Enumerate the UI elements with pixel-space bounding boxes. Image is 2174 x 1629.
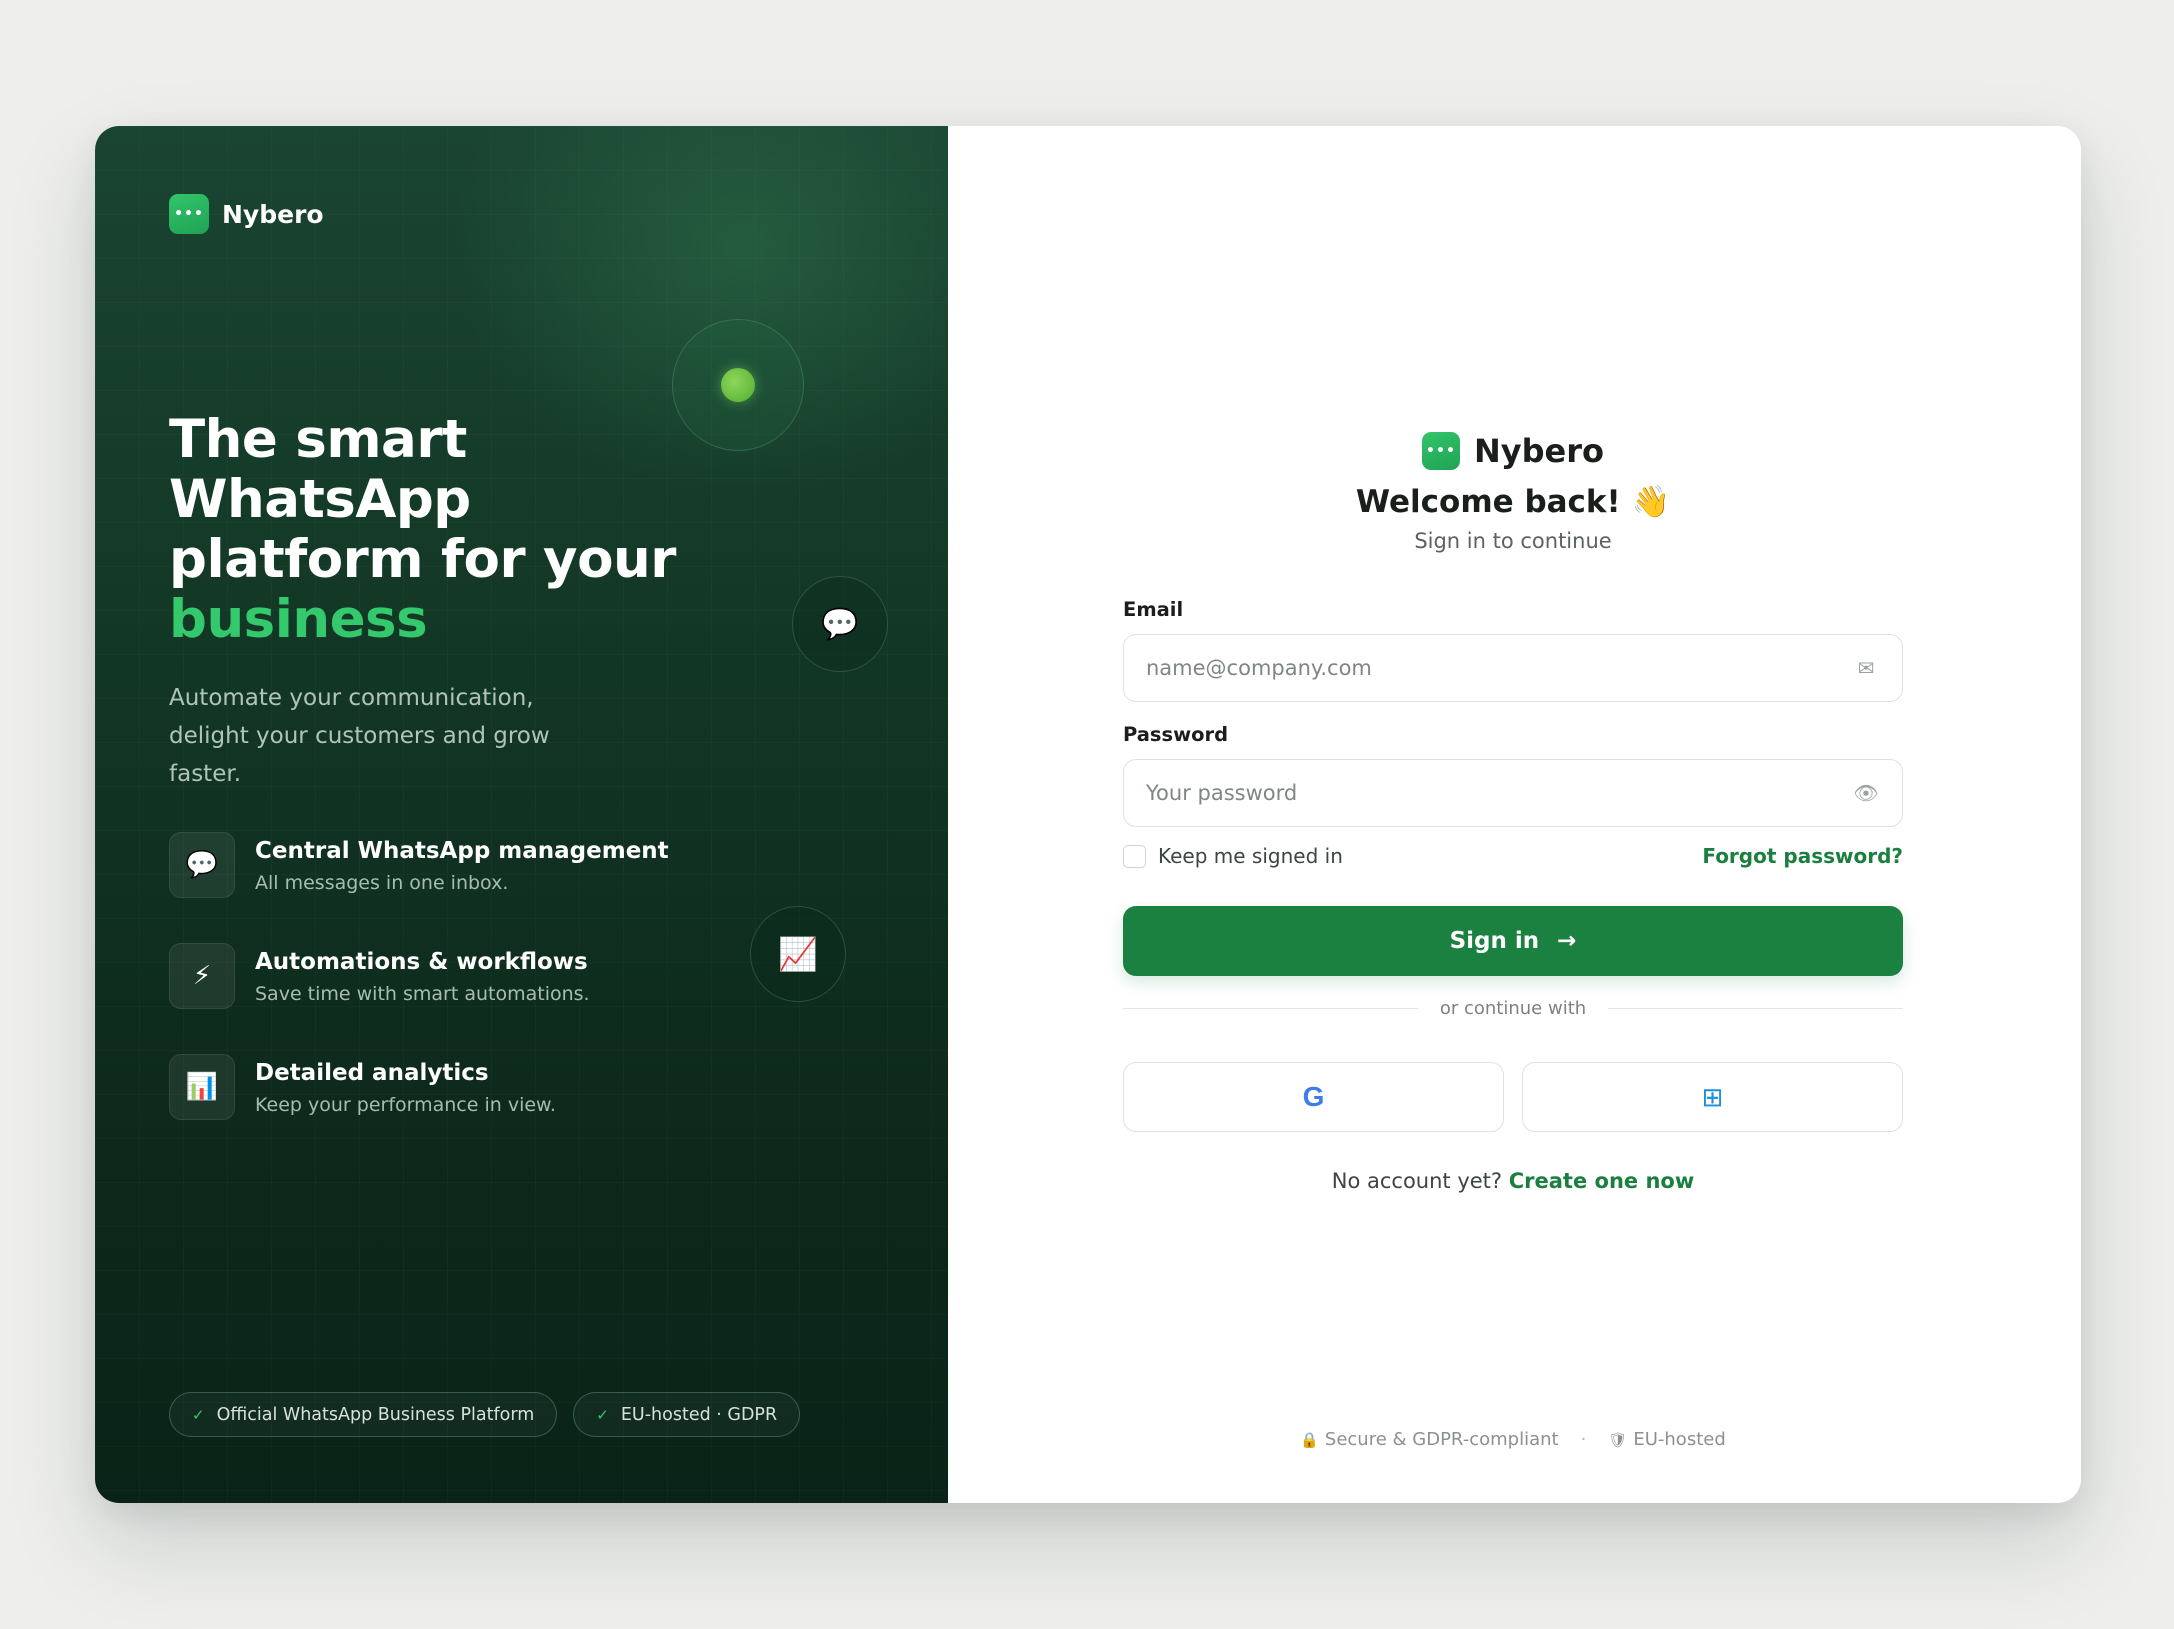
shield-icon: 🛡	[1608, 1431, 1628, 1449]
divider-line	[1608, 1007, 1903, 1010]
feature-list: 💬 Central WhatsApp management All messag…	[169, 832, 729, 1165]
feature-title: Automations & workflows	[255, 949, 588, 975]
remember-label[interactable]: Keep me signed in	[1158, 844, 1343, 868]
eye-icon[interactable]: 👁	[1852, 781, 1880, 805]
feature-item: 💬 Central WhatsApp management All messag…	[169, 832, 729, 943]
social-divider: or continue with	[1123, 998, 1903, 1019]
login-card: ••• Nybero 💬 📈 The smart WhatsApp platfo…	[95, 126, 2081, 1503]
welcome-heading: Welcome back! 👋	[1355, 484, 1671, 520]
hosted-text: EU-hosted	[1633, 1429, 1726, 1450]
arrow-right-icon: →	[1557, 928, 1577, 954]
microsoft-login-button[interactable]: ⊞	[1522, 1062, 1903, 1132]
google-icon: G	[1302, 1081, 1325, 1112]
microsoft-icon: ⊞	[1701, 1081, 1724, 1112]
hero-headline-text: The smart WhatsApp platform for your	[169, 409, 676, 590]
footer-separator: ·	[1580, 1429, 1587, 1450]
sign-in-label: Sign in	[1449, 928, 1540, 954]
trust-pill-whatsapp-platform: ✓ Official WhatsApp Business Platform	[169, 1392, 558, 1437]
hosted-note: 🛡 EU-hosted	[1608, 1429, 1725, 1450]
divider-line	[1123, 1007, 1418, 1010]
marketing-panel: ••• Nybero 💬 📈 The smart WhatsApp platfo…	[95, 126, 948, 1503]
trust-pill-label: Official WhatsApp Business Platform	[216, 1404, 535, 1425]
brand-name: Nybero	[1473, 432, 1604, 470]
social-login-row: G ⊞	[1123, 1062, 1903, 1132]
feature-text: Automations & workflows Save time with s…	[255, 943, 590, 1009]
security-footer: 🔒 Secure & GDPR-compliant · 🛡 EU-hosted	[1123, 1429, 1903, 1450]
email-label: Email	[1123, 598, 1184, 621]
hero-headline: The smart WhatsApp platform for your bus…	[169, 410, 689, 650]
status-dot-icon	[721, 368, 755, 402]
welcome-subtitle: Sign in to continue	[1414, 529, 1612, 553]
login-panel: ••• Nybero Welcome back! 👋 Sign in to co…	[948, 126, 2081, 1503]
feature-description: All messages in one inbox.	[255, 872, 509, 894]
sign-in-button[interactable]: Sign in →	[1123, 906, 1903, 976]
password-field-container: 👁	[1123, 759, 1903, 827]
feature-item: ⚡ Automations & workflows Save time with…	[169, 943, 729, 1054]
background-grid	[95, 126, 948, 1503]
signup-prompt: No account yet? Create one now	[1123, 1169, 1903, 1193]
email-field-container: ✉	[1123, 634, 1903, 702]
check-icon: ✓	[596, 1405, 609, 1424]
mail-icon: ✉	[1857, 656, 1875, 680]
brand-header: ••• Nybero	[169, 194, 324, 234]
secure-note: 🔒 Secure & GDPR-compliant	[1300, 1429, 1558, 1450]
hero-subtitle: Automate your communication, delight you…	[169, 685, 550, 787]
feature-text: Detailed analytics Keep your performance…	[255, 1054, 556, 1120]
bar-chart-icon: 📊	[169, 1054, 235, 1120]
trust-pill-eu-gdpr: ✓ EU-hosted · GDPR	[573, 1392, 801, 1437]
signup-prompt-text: No account yet?	[1331, 1169, 1503, 1193]
floating-trend-chart-icon: 📈	[750, 906, 846, 1002]
feature-text: Central WhatsApp management All messages…	[255, 832, 669, 898]
divider-text: or continue with	[1439, 998, 1587, 1019]
trust-pills: ✓ Official WhatsApp Business Platform ✓ …	[169, 1392, 801, 1437]
password-input[interactable]	[1146, 781, 1852, 805]
feature-title: Detailed analytics	[255, 1060, 489, 1086]
trust-pill-label: EU-hosted · GDPR	[620, 1404, 778, 1425]
remember-me[interactable]: Keep me signed in	[1123, 844, 1343, 868]
hero-headline-accent: business	[169, 589, 428, 650]
feature-item: 📊 Detailed analytics Keep your performan…	[169, 1054, 729, 1165]
online-status-orb	[672, 319, 804, 451]
lock-icon: 🔒	[1300, 1431, 1319, 1449]
forgot-password-link[interactable]: Forgot password?	[1702, 844, 1903, 868]
secure-text: Secure & GDPR-compliant	[1324, 1429, 1559, 1450]
brand-logo-icon: •••	[1421, 432, 1460, 470]
feature-description: Save time with smart automations.	[255, 983, 590, 1005]
feature-description: Keep your performance in view.	[255, 1094, 556, 1116]
google-login-button[interactable]: G	[1123, 1062, 1504, 1132]
brand-name: Nybero	[222, 199, 324, 229]
floating-chat-icon: 💬	[792, 576, 888, 672]
check-icon: ✓	[192, 1405, 205, 1424]
feature-title: Central WhatsApp management	[255, 838, 669, 864]
email-input[interactable]	[1146, 656, 1852, 680]
create-account-link[interactable]: Create one now	[1509, 1169, 1694, 1193]
form-brand-header: ••• Nybero	[1123, 432, 1903, 470]
brand-logo-icon: •••	[169, 194, 209, 234]
password-label: Password	[1123, 723, 1229, 746]
remember-row: Keep me signed in Forgot password?	[1123, 844, 1903, 868]
chat-bubble-icon: 💬	[169, 832, 235, 898]
lightning-icon: ⚡	[169, 943, 235, 1009]
remember-checkbox[interactable]	[1123, 844, 1146, 868]
